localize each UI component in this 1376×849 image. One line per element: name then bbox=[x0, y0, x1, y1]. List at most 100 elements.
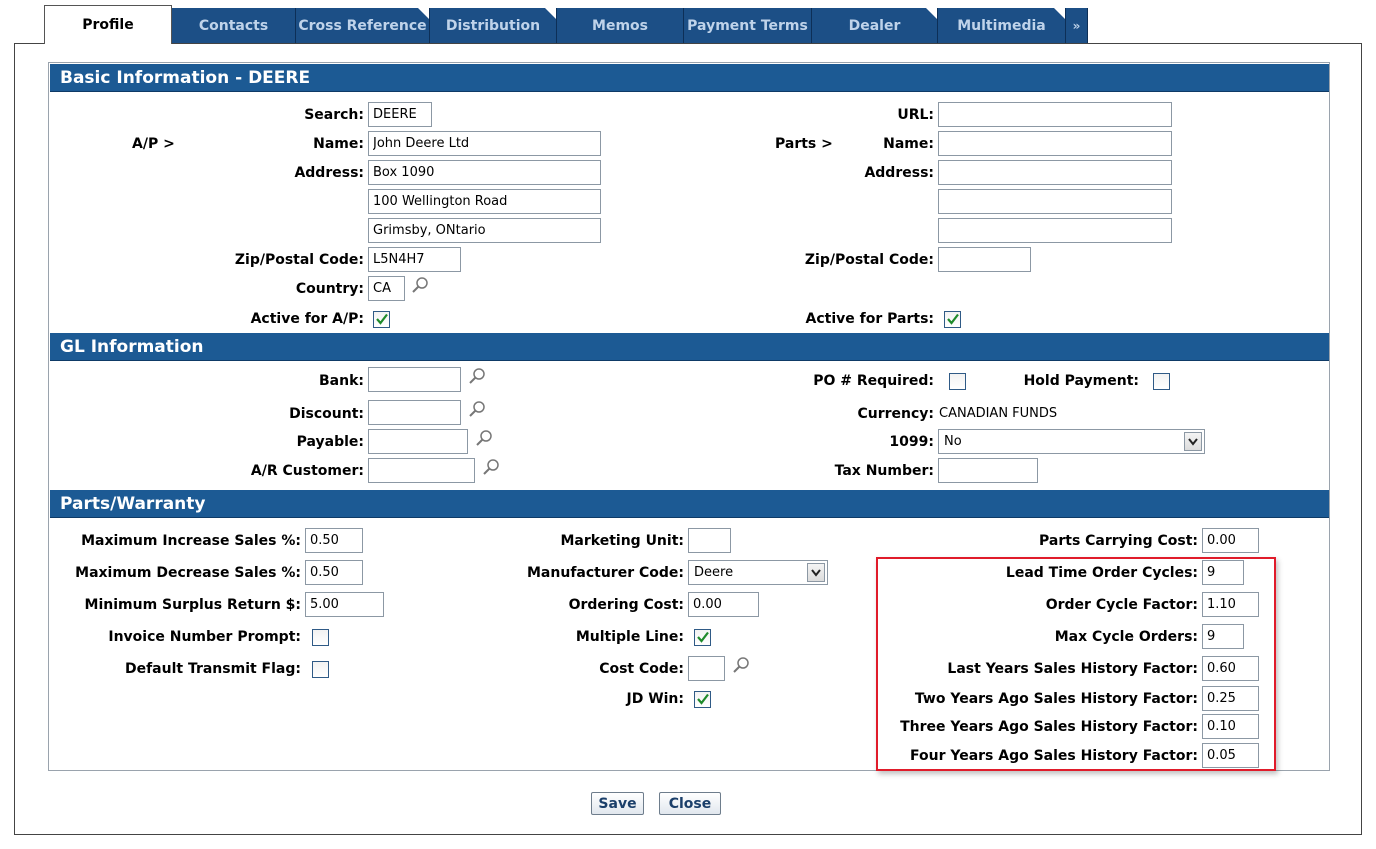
discount-input[interactable] bbox=[368, 400, 461, 425]
marketing-unit-input[interactable] bbox=[688, 528, 731, 553]
currency-label: Currency: bbox=[857, 406, 934, 422]
lead-time-cycles-label: Lead Time Order Cycles: bbox=[1005, 565, 1198, 581]
parts-name-label: Name: bbox=[883, 136, 934, 152]
order-cycle-factor-input[interactable] bbox=[1202, 592, 1259, 617]
two-years-factor-input[interactable] bbox=[1202, 686, 1259, 711]
basic-information-header: Basic Information - DEERE bbox=[50, 64, 1329, 92]
country-input[interactable] bbox=[368, 276, 405, 301]
carrying-cost-input[interactable] bbox=[1202, 528, 1259, 553]
form-1099-select[interactable]: No bbox=[938, 429, 1205, 454]
tab-distribution[interactable]: Distribution bbox=[430, 8, 557, 43]
address-label: Address: bbox=[294, 165, 364, 181]
ap-address-line1[interactable] bbox=[368, 160, 601, 185]
three-years-factor-input[interactable] bbox=[1202, 714, 1259, 739]
bank-label: Bank: bbox=[319, 373, 364, 389]
tab-dealer[interactable]: Dealer bbox=[812, 8, 938, 43]
ordering-cost-label: Ordering Cost: bbox=[568, 597, 684, 613]
ar-customer-input[interactable] bbox=[368, 458, 475, 483]
last-year-factor-label: Last Years Sales History Factor: bbox=[947, 661, 1198, 677]
multiple-line-checkbox[interactable] bbox=[694, 629, 711, 646]
parts-address-label: Address: bbox=[864, 165, 934, 181]
manufacturer-code-select[interactable]: Deere bbox=[688, 560, 828, 585]
tab-label: Multimedia bbox=[957, 17, 1046, 34]
country-label: Country: bbox=[295, 281, 364, 297]
tab-cross-reference[interactable]: Cross Reference bbox=[296, 8, 430, 43]
tab-profile[interactable]: Profile bbox=[44, 5, 172, 44]
max-increase-input[interactable] bbox=[305, 528, 363, 553]
cost-code-input[interactable] bbox=[688, 656, 725, 681]
tab-multimedia[interactable]: Multimedia bbox=[938, 8, 1066, 43]
active-ap-checkbox[interactable] bbox=[373, 311, 390, 328]
po-required-checkbox[interactable] bbox=[949, 373, 966, 390]
check-icon bbox=[697, 693, 709, 705]
parts-zip-input[interactable] bbox=[938, 247, 1031, 272]
save-button[interactable]: Save bbox=[591, 792, 644, 815]
ar-customer-lookup-icon[interactable] bbox=[481, 457, 501, 477]
ordering-cost-input[interactable] bbox=[688, 592, 759, 617]
ap-zip-input[interactable] bbox=[368, 247, 461, 272]
parts-address-line3[interactable] bbox=[938, 218, 1172, 243]
parts-name-input[interactable] bbox=[938, 131, 1172, 156]
close-button[interactable]: Close bbox=[659, 792, 721, 815]
ap-section-label: A/P > bbox=[132, 136, 175, 152]
tab-label: Payment Terms bbox=[687, 17, 808, 34]
parts-section-label: Parts > bbox=[775, 136, 833, 152]
active-parts-label: Active for Parts: bbox=[805, 311, 934, 327]
invoice-prompt-checkbox[interactable] bbox=[312, 629, 329, 646]
lead-time-cycles-input[interactable] bbox=[1202, 560, 1244, 585]
tab-label: Memos bbox=[592, 17, 648, 34]
check-icon bbox=[697, 631, 709, 643]
cost-code-label: Cost Code: bbox=[599, 661, 684, 677]
payable-input[interactable] bbox=[368, 429, 468, 454]
active-ap-label: Active for A/P: bbox=[250, 311, 364, 327]
transmit-flag-checkbox[interactable] bbox=[312, 661, 329, 678]
discount-lookup-icon[interactable] bbox=[467, 399, 487, 419]
tab-memos[interactable]: Memos bbox=[557, 8, 684, 43]
max-cycle-orders-input[interactable] bbox=[1202, 624, 1244, 649]
search-input[interactable] bbox=[368, 102, 432, 127]
hold-payment-checkbox[interactable] bbox=[1153, 373, 1170, 390]
section-title: Basic Information - DEERE bbox=[60, 67, 311, 88]
min-surplus-input[interactable] bbox=[305, 592, 384, 617]
multiple-line-label: Multiple Line: bbox=[575, 629, 684, 645]
url-label: URL: bbox=[897, 107, 934, 123]
max-decrease-label: Maximum Decrease Sales %: bbox=[75, 565, 301, 581]
discount-label: Discount: bbox=[289, 406, 364, 422]
parts-address-line2[interactable] bbox=[938, 189, 1172, 214]
jd-win-checkbox[interactable] bbox=[694, 691, 711, 708]
manufacturer-code-selected: Deere bbox=[694, 565, 734, 580]
hold-payment-label: Hold Payment: bbox=[1023, 373, 1139, 389]
po-required-label: PO # Required: bbox=[813, 373, 934, 389]
four-years-factor-input[interactable] bbox=[1202, 743, 1259, 768]
tax-number-label: Tax Number: bbox=[834, 463, 934, 479]
tab-label: Distribution bbox=[445, 17, 541, 34]
payable-lookup-icon[interactable] bbox=[474, 428, 494, 448]
max-decrease-input[interactable] bbox=[305, 560, 363, 585]
last-year-factor-input[interactable] bbox=[1202, 656, 1259, 681]
cost-code-lookup-icon[interactable] bbox=[731, 655, 751, 675]
name-label: Name: bbox=[313, 136, 364, 152]
payable-label: Payable: bbox=[296, 434, 364, 450]
country-lookup-icon[interactable] bbox=[410, 275, 430, 295]
ap-address-line2[interactable] bbox=[368, 189, 601, 214]
currency-value: CANADIAN FUNDS bbox=[939, 406, 1058, 421]
tax-number-input[interactable] bbox=[938, 458, 1038, 483]
url-input[interactable] bbox=[938, 102, 1172, 127]
two-years-factor-label: Two Years Ago Sales History Factor: bbox=[914, 691, 1198, 707]
active-parts-checkbox[interactable] bbox=[944, 311, 961, 328]
jd-win-label: JD Win: bbox=[626, 691, 684, 707]
tab-payment-terms[interactable]: Payment Terms bbox=[684, 8, 812, 43]
tab-label: Profile bbox=[82, 17, 134, 33]
bank-input[interactable] bbox=[368, 367, 461, 392]
bank-lookup-icon[interactable] bbox=[467, 366, 487, 386]
check-icon bbox=[947, 313, 959, 325]
ap-name-input[interactable] bbox=[368, 131, 601, 156]
chevron-down-icon[interactable] bbox=[1184, 432, 1202, 451]
tab-contacts[interactable]: Contacts bbox=[172, 8, 296, 43]
three-years-factor-label: Three Years Ago Sales History Factor: bbox=[900, 719, 1198, 735]
chevron-down-icon[interactable] bbox=[807, 563, 825, 582]
min-surplus-label: Minimum Surplus Return $: bbox=[84, 597, 301, 613]
parts-address-line1[interactable] bbox=[938, 160, 1172, 185]
ap-address-line3[interactable] bbox=[368, 218, 601, 243]
tab-more-button[interactable]: » bbox=[1066, 8, 1088, 43]
